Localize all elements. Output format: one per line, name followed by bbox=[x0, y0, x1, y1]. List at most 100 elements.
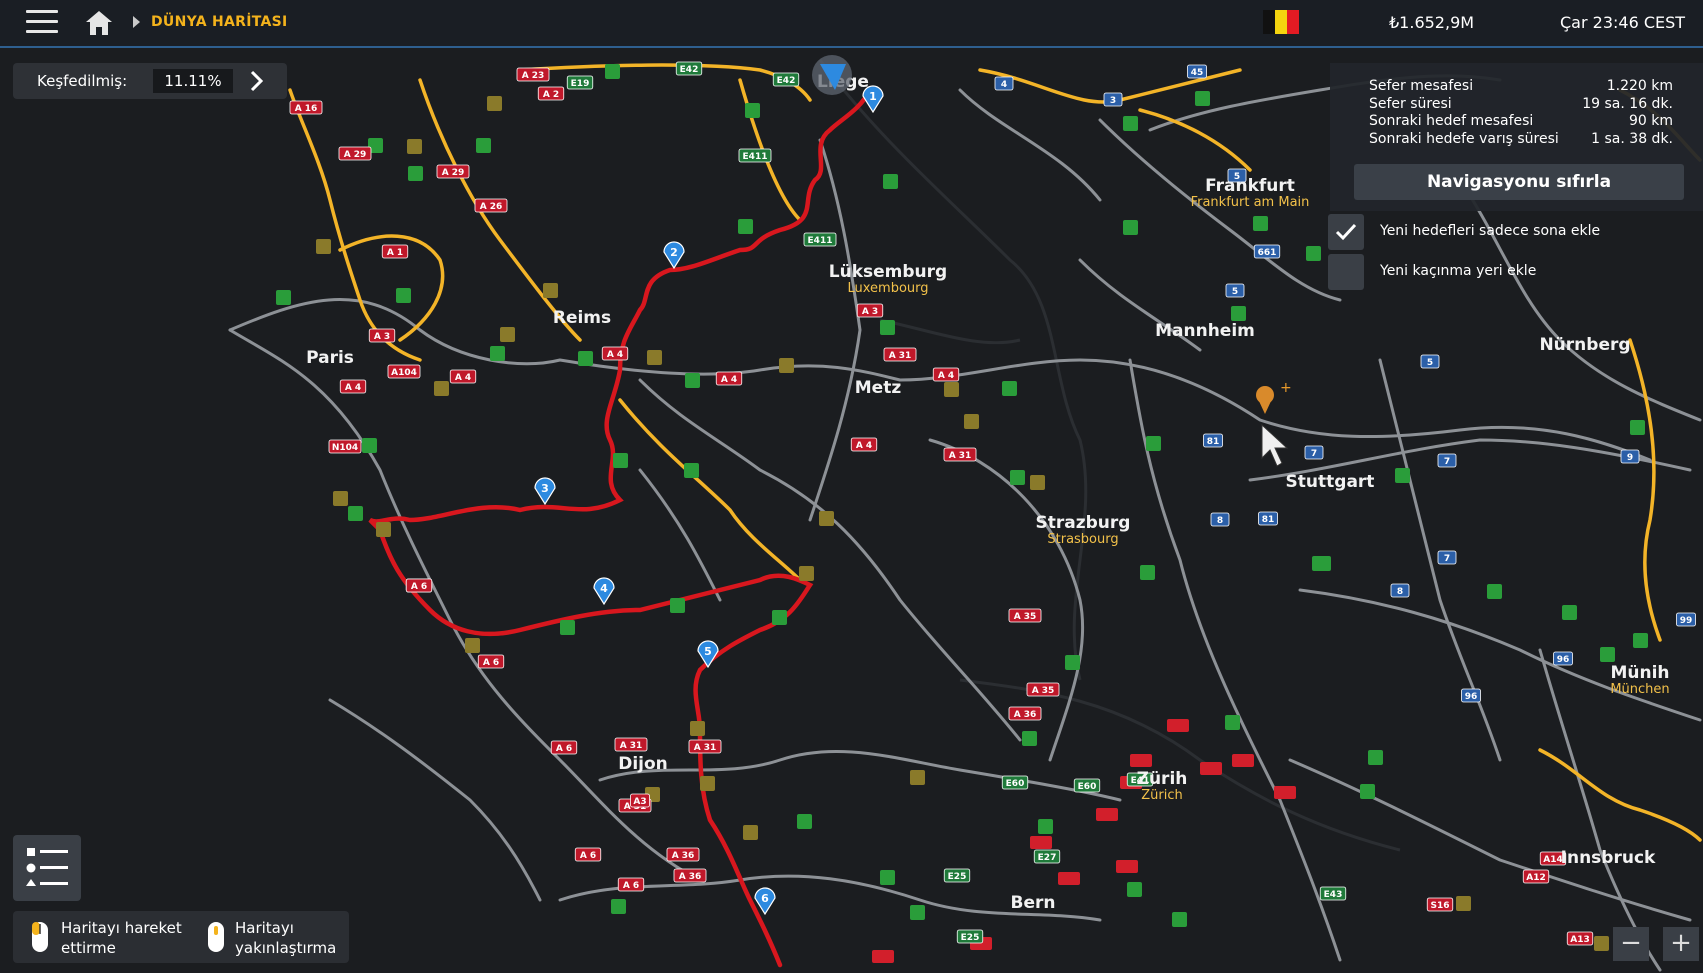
road-number-label: 3 bbox=[1103, 92, 1123, 107]
city-label: Frankfurt bbox=[1205, 176, 1295, 196]
road-number-label: 7 bbox=[1437, 453, 1457, 468]
road-number-label: E43 bbox=[1319, 886, 1347, 901]
controls-hint: Haritayı hareket ettirme Haritayı yakınl… bbox=[13, 911, 349, 963]
svg-text:E19: E19 bbox=[571, 79, 590, 89]
svg-text:A13: A13 bbox=[1570, 935, 1590, 945]
road-number-label: 9 bbox=[1620, 449, 1640, 464]
svg-text:661: 661 bbox=[1258, 248, 1277, 258]
city-label: Paris bbox=[306, 348, 354, 368]
svg-text:E25: E25 bbox=[948, 872, 967, 882]
road-number-label: 96 bbox=[1461, 688, 1481, 703]
road-number-label: A 35 bbox=[1008, 608, 1042, 623]
road-number-label: E42 bbox=[675, 61, 703, 76]
road-number-label: A 6 bbox=[405, 578, 433, 593]
city-sublabel: Zürich bbox=[1141, 788, 1183, 803]
road-number-label: 4 bbox=[994, 76, 1014, 91]
svg-text:A 1: A 1 bbox=[387, 248, 403, 258]
option-add-avoid-point[interactable]: Yeni kaçınma yeri ekle bbox=[1328, 254, 1703, 290]
svg-text:5: 5 bbox=[1427, 358, 1433, 368]
road-number-label: 81 bbox=[1258, 511, 1278, 526]
road-number-label: 661 bbox=[1253, 244, 1281, 259]
road-number-label: 7 bbox=[1437, 550, 1457, 565]
svg-text:5: 5 bbox=[1232, 287, 1238, 297]
road-number-label: A 2 bbox=[537, 86, 565, 101]
road-number-label: 7 bbox=[1304, 445, 1324, 460]
option-append-destinations[interactable]: Yeni hedefleri sadece sona ekle bbox=[1328, 214, 1703, 250]
money-display: ₺1.652,9M bbox=[1389, 13, 1475, 32]
zoom-map-hint: Haritayı yakınlaştırma bbox=[235, 918, 336, 958]
city-label: Stuttgart bbox=[1286, 472, 1375, 492]
page-title: DÜNYA HARİTASI bbox=[151, 14, 288, 30]
road-number-label: E411 bbox=[738, 148, 772, 163]
road-number-label: A 4 bbox=[715, 371, 743, 386]
city-label: Nürnberg bbox=[1539, 335, 1630, 355]
hamburger-menu-icon[interactable] bbox=[26, 10, 58, 36]
svg-text:A 6: A 6 bbox=[556, 744, 572, 754]
svg-text:E42: E42 bbox=[680, 65, 699, 75]
game-clock: Çar 23:46 CEST bbox=[1560, 13, 1686, 32]
road-number-label: A 6 bbox=[550, 740, 578, 755]
svg-text:A 36: A 36 bbox=[672, 851, 695, 861]
legend-list-icon bbox=[26, 848, 68, 886]
city-label: Zürih bbox=[1137, 769, 1188, 789]
road-number-label: A 4 bbox=[850, 437, 878, 452]
checkbox[interactable] bbox=[1328, 214, 1364, 250]
city-label: Reims bbox=[553, 308, 611, 328]
svg-text:8: 8 bbox=[1397, 587, 1403, 597]
svg-text:S16: S16 bbox=[1430, 901, 1449, 911]
svg-text:A 35: A 35 bbox=[1014, 612, 1037, 622]
svg-text:96: 96 bbox=[1465, 692, 1478, 702]
svg-text:A 4: A 4 bbox=[455, 373, 471, 383]
explored-panel: Keşfedilmiş: 11.11% bbox=[13, 63, 287, 99]
checkbox[interactable] bbox=[1328, 254, 1364, 290]
svg-text:A104: A104 bbox=[391, 368, 417, 378]
country-flag-icon bbox=[1263, 10, 1299, 34]
svg-text:7: 7 bbox=[1444, 554, 1450, 564]
svg-text:81: 81 bbox=[1262, 515, 1275, 525]
move-map-line1: Haritayı hareket bbox=[61, 919, 182, 937]
city-sublabel: Frankfurt am Main bbox=[1191, 195, 1310, 210]
trip-time-value: 19 sa. 16 dk. bbox=[1582, 96, 1673, 112]
svg-text:+: + bbox=[1280, 380, 1292, 396]
svg-text:E411: E411 bbox=[743, 152, 768, 162]
svg-text:A 31: A 31 bbox=[889, 351, 912, 361]
waypoint-number: 4 bbox=[600, 582, 608, 595]
waypoint-number: 6 bbox=[761, 892, 769, 905]
road-number-label: A3 bbox=[630, 793, 650, 808]
svg-text:A 36: A 36 bbox=[679, 872, 702, 882]
svg-text:45: 45 bbox=[1191, 68, 1204, 78]
reset-navigation-button[interactable]: Navigasyonu sıfırla bbox=[1354, 164, 1684, 200]
road-number-label: A12 bbox=[1522, 869, 1550, 884]
waypoint-number: 2 bbox=[670, 246, 678, 259]
trip-distance-label: Sefer mesafesi bbox=[1369, 78, 1474, 94]
legend-button[interactable] bbox=[13, 835, 81, 901]
road-number-label: E27 bbox=[1033, 849, 1061, 864]
road-number-label: E25 bbox=[943, 868, 971, 883]
svg-text:A 4: A 4 bbox=[721, 375, 737, 385]
svg-text:E60: E60 bbox=[1006, 779, 1025, 789]
svg-text:A 29: A 29 bbox=[442, 168, 465, 178]
zoom-out-button[interactable]: − bbox=[1613, 927, 1649, 961]
svg-text:A 4: A 4 bbox=[938, 371, 954, 381]
zoom-in-button[interactable]: + bbox=[1663, 927, 1699, 961]
mouse-icon bbox=[208, 922, 224, 952]
svg-text:A 4: A 4 bbox=[345, 383, 361, 393]
svg-text:A3: A3 bbox=[633, 797, 646, 807]
svg-text:A 16: A 16 bbox=[295, 104, 318, 114]
check-icon bbox=[1335, 223, 1357, 241]
city-label: Münih bbox=[1610, 663, 1669, 683]
waypoint-number: 1 bbox=[869, 90, 877, 103]
home-icon[interactable] bbox=[84, 9, 114, 37]
road-number-label: A13 bbox=[1566, 931, 1594, 946]
chevron-right-icon[interactable] bbox=[241, 66, 271, 96]
road-number-label: 96 bbox=[1553, 651, 1573, 666]
road-number-label: A 3 bbox=[856, 303, 884, 318]
svg-text:E411: E411 bbox=[808, 236, 833, 246]
city-label: Innsbruck bbox=[1561, 848, 1656, 868]
move-map-hint: Haritayı hareket ettirme bbox=[61, 918, 182, 958]
road-number-label: A104 bbox=[387, 364, 421, 379]
svg-text:A 23: A 23 bbox=[522, 71, 545, 81]
city-label: Strazburg bbox=[1036, 513, 1131, 533]
explored-label: Keşfedilmiş: bbox=[37, 72, 128, 90]
svg-text:E43: E43 bbox=[1324, 890, 1343, 900]
